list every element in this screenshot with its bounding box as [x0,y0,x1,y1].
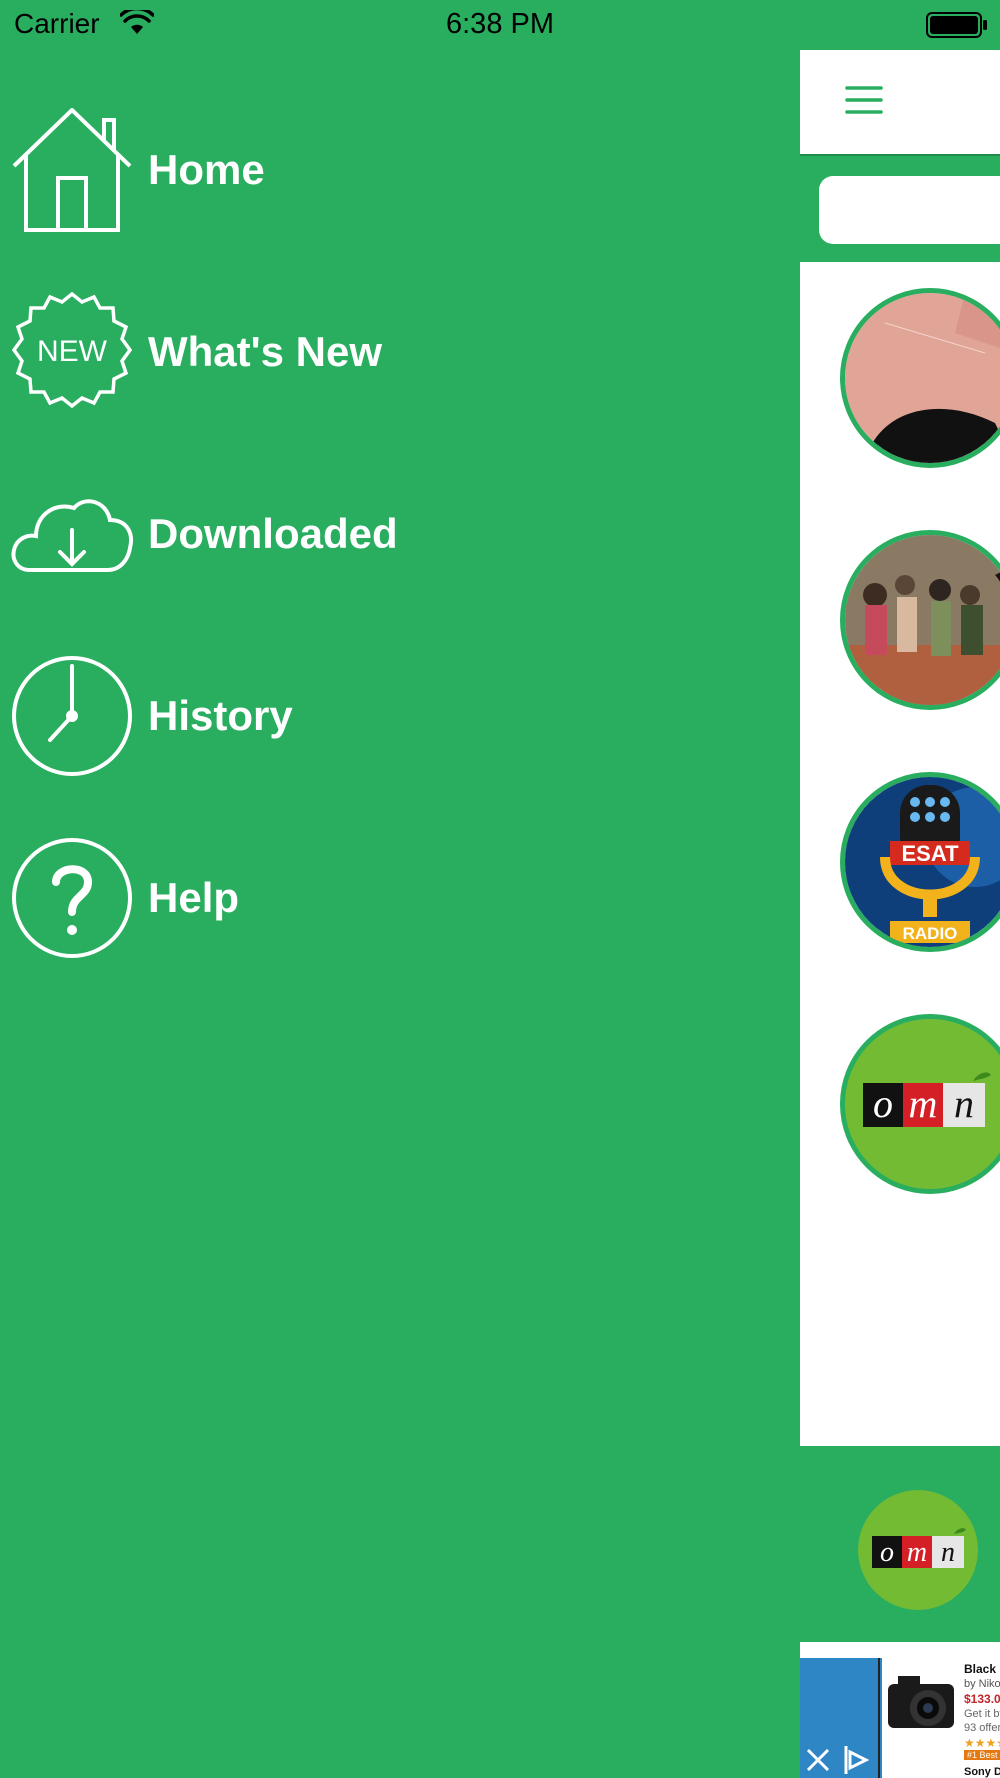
ad-rating-stars: ★★★★ [964,1736,1000,1750]
svg-text:m: m [909,1081,938,1126]
station-thumbnail-crowd[interactable] [840,530,1000,710]
station-thumbnail-omn[interactable]: o m n [840,1014,1000,1194]
svg-text:o: o [880,1537,894,1568]
cloud-download-icon [11,499,133,572]
menu-label-home: Home [148,146,265,193]
svg-text:m: m [907,1537,927,1568]
now-playing-artwork[interactable]: o m n [858,1490,978,1610]
menu-label-help: Help [148,874,240,921]
nav-bar [800,50,1000,154]
main-panel[interactable]: ESAT RADIO o m n o m n Black by Niko $13… [800,0,1000,1778]
clock-icon [12,656,132,776]
menu-item-home[interactable]: Home [0,108,800,248]
ad-banner[interactable]: Black by Nikon $133.0 Get it by 93 offer… [800,1642,1000,1778]
menu-item-history[interactable]: History [0,654,800,794]
hamburger-menu-icon[interactable] [844,82,884,118]
svg-text:ESAT: ESAT [901,841,959,866]
svg-text:n: n [954,1081,974,1126]
ad-brand: by Nikon [964,1678,1000,1690]
ad-title: Black [964,1662,997,1676]
omn-logo-small: o m n [858,1490,978,1610]
home-icon [12,108,132,232]
svg-text:n: n [941,1537,955,1568]
search-area [800,154,1000,262]
ad-offers: 93 offers [964,1722,1000,1734]
crowd-photo-image [845,535,1000,705]
search-input[interactable] [819,176,1000,244]
question-icon [12,838,132,958]
menu-item-downloaded[interactable]: Downloaded [0,472,800,612]
svg-text:o: o [873,1081,893,1126]
menu-item-help[interactable]: Help [0,836,800,976]
new-badge-icon: NEW [11,291,133,409]
abstract-art-image [845,293,1000,463]
camera-product-image [888,1676,954,1728]
new-badge-text: NEW [37,335,108,368]
menu-item-whats-new[interactable]: NEW What's New [0,290,800,430]
ad-shipping: Get it by [964,1708,1000,1720]
svg-text:RADIO: RADIO [903,924,958,943]
menu-label-whats-new: What's New [148,328,383,375]
menu-label-history: History [148,692,293,739]
esat-radio-logo: ESAT RADIO [845,777,1000,947]
menu-label-downloaded: Downloaded [148,510,398,557]
now-playing-bar[interactable]: o m n [800,1446,1000,1642]
station-list: ESAT RADIO o m n [800,262,1000,1446]
ad-footer-text: Sony D [964,1766,1000,1778]
ad-price: $133.0 [964,1692,1000,1706]
ad-best-seller-badge: #1 Best S [964,1750,1000,1760]
ad-divider [878,1658,880,1778]
station-thumbnail-esat[interactable]: ESAT RADIO [840,772,1000,952]
omn-logo: o m n [845,1019,1000,1189]
ad-close-icon[interactable] [800,1742,836,1778]
adchoices-icon[interactable] [838,1742,874,1778]
station-thumbnail-art[interactable] [840,288,1000,468]
